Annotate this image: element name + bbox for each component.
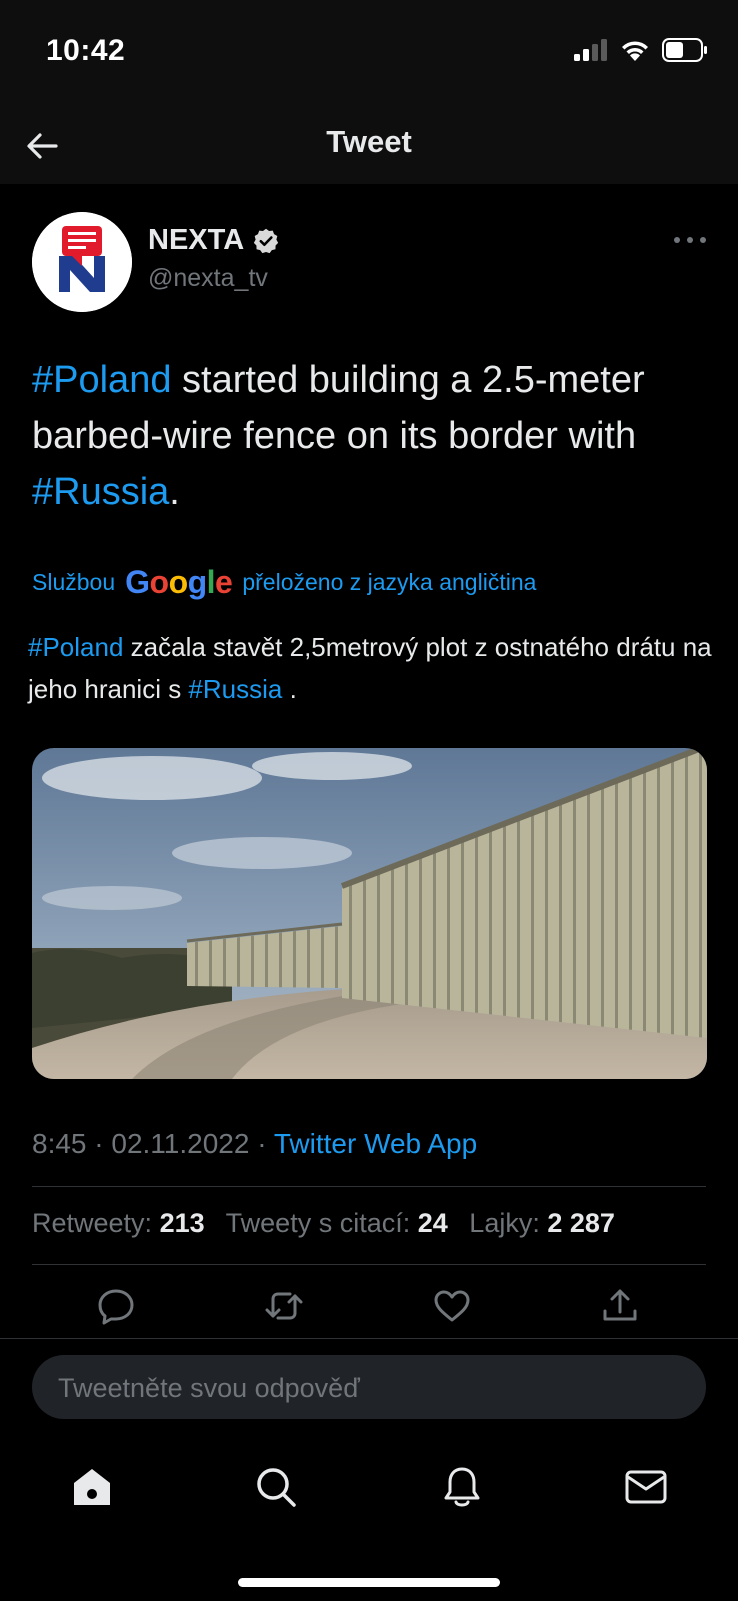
bell-icon[interactable]: [440, 1465, 484, 1509]
likes-count: 2 287: [547, 1208, 615, 1238]
tweet-meta: 8:45 · 02.11.2022 · Twitter Web App: [32, 1128, 477, 1160]
signal-icon: [574, 39, 607, 61]
quotes-label: Tweety s citací:: [225, 1208, 411, 1238]
retweet-icon[interactable]: [264, 1286, 304, 1326]
retweets-label: Retweety:: [32, 1208, 153, 1238]
retweets-stat[interactable]: Retweety: 213: [32, 1208, 205, 1238]
battery-icon: [662, 38, 707, 62]
home-icon[interactable]: [70, 1465, 114, 1509]
hashtag-link[interactable]: #Russia: [32, 471, 169, 513]
divider: [32, 1264, 706, 1265]
tweet-actions: [0, 1286, 738, 1326]
fence-photo: [32, 748, 707, 1079]
translation-suffix: přeloženo z jazyka angličtina: [242, 569, 537, 595]
status-icons: [574, 38, 708, 62]
hashtag-link[interactable]: #Russia: [188, 674, 282, 704]
share-icon[interactable]: [600, 1286, 640, 1326]
source-app-link[interactable]: Twitter Web App: [274, 1128, 477, 1159]
reply-box[interactable]: [32, 1355, 706, 1421]
author-handle[interactable]: @nexta_tv: [148, 264, 268, 293]
author-name[interactable]: NEXTA: [148, 224, 280, 257]
tweet-timestamp: 8:45 · 02.11.2022 ·: [32, 1128, 274, 1159]
hashtag-link[interactable]: #Poland: [32, 359, 171, 401]
status-time: 10:42: [46, 34, 126, 67]
home-indicator: [238, 1578, 500, 1587]
author-name-label: NEXTA: [148, 224, 245, 256]
mail-icon[interactable]: [624, 1465, 668, 1509]
retweets-count: 213: [159, 1208, 205, 1238]
heart-icon[interactable]: [432, 1286, 472, 1326]
verified-badge-icon: [254, 228, 279, 253]
likes-stat[interactable]: Lajky: 2 287: [469, 1208, 615, 1238]
google-logo: Google: [125, 564, 233, 600]
page-title: Tweet: [326, 124, 412, 159]
translated-text-part: .: [282, 674, 297, 704]
translated-text: #Poland začala stavět 2,5metrový plot z …: [28, 626, 718, 710]
tweet-stats: Retweety: 213 Tweety s citací: 24 Lajky:…: [32, 1208, 615, 1239]
divider: [32, 1186, 706, 1187]
reply-icon[interactable]: [96, 1286, 136, 1326]
hashtag-link[interactable]: #Poland: [28, 632, 123, 662]
bottom-area: [0, 1338, 738, 1601]
avatar[interactable]: [32, 212, 132, 312]
tweet-text-part: .: [169, 471, 180, 513]
search-icon[interactable]: [254, 1465, 298, 1509]
quotes-stat[interactable]: Tweety s citací: 24: [226, 1208, 448, 1238]
tweet-image[interactable]: [32, 748, 707, 1079]
wifi-icon: [622, 41, 648, 61]
nav-bar: Tweet: [0, 110, 738, 184]
quotes-count: 24: [417, 1208, 448, 1238]
nexta-logo-icon: [32, 212, 132, 312]
translation-attribution[interactable]: Službou Google přeloženo z jazyka anglič…: [32, 564, 536, 601]
likes-label: Lajky:: [469, 1208, 540, 1238]
translated-text-part: začala stavět 2,5metrový plot z ostnatéh…: [28, 632, 712, 704]
tweet-text: #Poland started building a 2.5-meter bar…: [32, 352, 682, 520]
more-icon[interactable]: [672, 230, 708, 250]
translation-prefix: Službou: [32, 569, 116, 595]
status-bar: 10:42: [0, 0, 738, 110]
reply-input[interactable]: [56, 1355, 680, 1421]
